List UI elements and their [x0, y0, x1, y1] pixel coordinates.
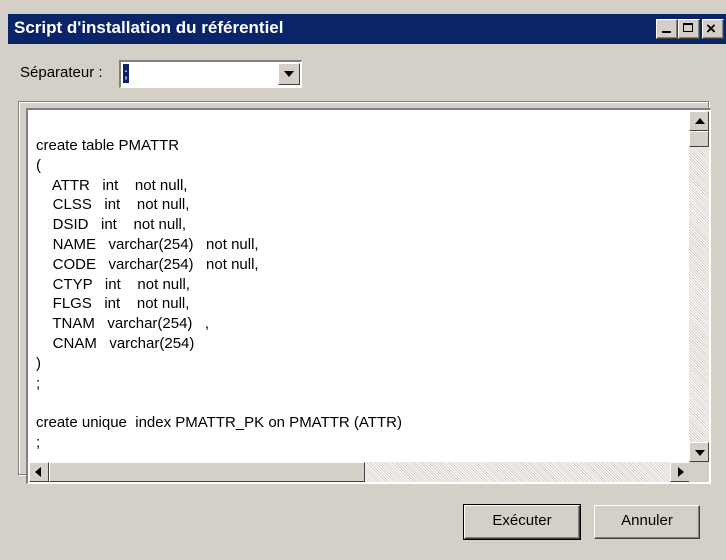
script-line: CODE varchar(254) not null,	[36, 255, 259, 273]
separator-dropdown-button[interactable]	[278, 63, 300, 85]
cancel-button[interactable]: Annuler	[594, 505, 700, 539]
scroll-up-button[interactable]	[689, 111, 709, 131]
scroll-right-button[interactable]	[670, 462, 690, 482]
horizontal-scrollbar[interactable]	[29, 462, 690, 482]
script-line: FLGS int not null,	[36, 295, 190, 313]
vertical-scroll-thumb[interactable]	[689, 131, 709, 147]
script-line: create unique index PMATTR_PK on PMATTR …	[36, 414, 402, 432]
vertical-scrollbar[interactable]	[689, 111, 709, 462]
script-line: )	[36, 354, 41, 372]
script-line	[36, 393, 676, 413]
execute-button[interactable]: Exécuter	[463, 504, 581, 540]
separator-value[interactable]: ;	[123, 64, 129, 83]
script-line: (	[36, 156, 41, 174]
script-line: ;	[36, 374, 41, 392]
scrollbar-corner	[689, 462, 709, 482]
script-line: create table PMATTR	[36, 137, 180, 154]
script-install-dialog: Script d'installation du référentiel × S…	[0, 0, 726, 560]
arrow-left-icon	[35, 467, 41, 477]
script-line: CTYP int not null,	[36, 275, 190, 293]
script-text[interactable]: create table PMATTR( ATTR int not null, …	[36, 136, 676, 453]
script-line: ;	[36, 433, 41, 451]
arrow-right-icon	[678, 467, 684, 477]
script-line: ATTR int not null,	[36, 176, 188, 194]
scroll-down-button[interactable]	[689, 442, 709, 462]
script-line: CLSS int not null,	[36, 196, 190, 214]
close-icon: ×	[706, 19, 716, 38]
separator-label: Séparateur :	[20, 64, 103, 81]
script-line: TNAM varchar(254) ,	[36, 315, 210, 333]
close-button[interactable]: ×	[702, 19, 724, 39]
chevron-down-icon	[284, 71, 294, 77]
horizontal-scroll-thumb[interactable]	[49, 462, 365, 482]
minimize-button[interactable]	[656, 19, 678, 39]
script-editor[interactable]: create table PMATTR( ATTR int not null, …	[26, 108, 711, 484]
arrow-up-icon	[695, 118, 705, 124]
maximize-icon	[683, 23, 693, 32]
window-title: Script d'installation du référentiel	[14, 18, 284, 37]
minimize-icon	[662, 31, 671, 33]
separator-combobox[interactable]: ;	[119, 60, 302, 88]
script-line: NAME varchar(254) not null,	[36, 235, 259, 253]
script-line: CNAM varchar(254)	[36, 334, 195, 352]
title-bar[interactable]: Script d'installation du référentiel ×	[8, 14, 726, 44]
script-line: DSID int not null,	[36, 216, 187, 234]
scroll-left-button[interactable]	[29, 462, 49, 482]
arrow-down-icon	[695, 450, 705, 456]
maximize-button[interactable]	[678, 19, 700, 39]
